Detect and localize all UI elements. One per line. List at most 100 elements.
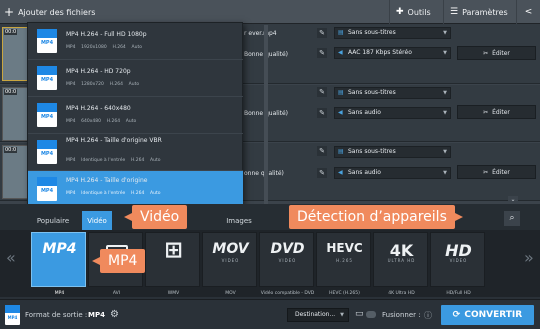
expand-chevron-icon[interactable]: ⌄	[508, 196, 518, 204]
chevron-down-icon: ▼	[340, 312, 344, 318]
format-hevc[interactable]: HEVC H.265 HEVC (H.265)	[316, 232, 371, 296]
format-caption: Vidéo compatible - DVD	[260, 291, 315, 296]
edit-button[interactable]: ✂ Éditer	[457, 105, 536, 119]
audio-select[interactable]: ◀ Sans audio ▼	[334, 107, 451, 119]
top-toolbar: + Ajouter des fichiers ✚ Outils ☰ Paramè…	[0, 0, 540, 24]
format-wmv[interactable]: ⊞ WMV	[145, 232, 200, 296]
audio-icon: ◀	[338, 109, 343, 116]
mov-sublogo: VIDEO	[221, 258, 240, 263]
mp4-file-icon: MP4	[37, 140, 57, 164]
preset-dropdown[interactable]: MP4 MP4 H.264 - Full HD 1080p MP4 1920x1…	[27, 22, 268, 208]
output-format-icon: MP4	[5, 305, 20, 325]
subtitles-select[interactable]: ▤ Sans sous-titres ▼	[334, 27, 451, 39]
tab-images[interactable]: Images	[218, 211, 260, 230]
rename-pencil-icon[interactable]: ✎	[317, 146, 327, 156]
preset-title: MP4 H.264 - Taille d'origine VBR	[66, 137, 162, 144]
mp4-file-icon: MP4	[37, 29, 57, 53]
chevron-down-icon: ▼	[443, 50, 447, 56]
hd-sublogo: VIDEO	[449, 258, 468, 263]
preset-title: MP4 H.264 - 640x480	[66, 105, 131, 112]
callout-arrow	[124, 213, 132, 221]
quality-pencil-icon[interactable]: ✎	[317, 168, 327, 178]
subtitle-icon: ▤	[338, 29, 344, 36]
chevron-down-icon: ▼	[443, 170, 447, 176]
rename-pencil-icon[interactable]: ✎	[317, 87, 327, 97]
callout-video-text: Vidéo	[140, 209, 180, 225]
destination-select[interactable]: Destination... ▼	[287, 308, 349, 322]
chevron-right-icon[interactable]: »	[524, 248, 534, 267]
edit-label: Éditer	[492, 49, 510, 57]
file-name: r ever.mp4	[244, 30, 277, 37]
timecode: 00:0	[4, 89, 18, 95]
preset-item[interactable]: MP4 MP4 H.264 - Taille d'origine VBR MP4…	[28, 134, 243, 171]
tab-popular[interactable]: Populaire	[28, 211, 78, 230]
audio-value: Sans audio	[348, 109, 381, 116]
convert-button[interactable]: ⟳ CONVERTIR	[441, 305, 534, 325]
mp4-file-icon: MP4	[37, 66, 57, 90]
output-format-value[interactable]: MP4	[88, 311, 105, 319]
info-icon[interactable]: ⓘ	[424, 310, 432, 321]
preset-title: MP4 H.264 - Taille d'origine	[66, 177, 148, 184]
subtitles-value: Sans sous-titres	[348, 89, 396, 96]
preset-item[interactable]: MP4 MP4 H.264 - 640x480 MP4 640x480 H.26…	[28, 97, 243, 134]
callout-arrow	[92, 257, 100, 265]
format-caption: HEVC (H.265)	[329, 291, 360, 296]
preset-item[interactable]: MP4 MP4 H.264 - Full HD 1080p MP4 1920x1…	[28, 23, 243, 60]
destination-value: Destination...	[295, 311, 336, 318]
merge-toggle[interactable]	[366, 311, 376, 318]
share-button[interactable]: <	[516, 0, 540, 24]
quality-pencil-icon[interactable]: ✎	[317, 108, 327, 118]
dvd-sublogo: VIDEO	[278, 258, 297, 263]
settings-button[interactable]: ☰ Paramètres	[443, 0, 516, 24]
add-files-label: Ajouter des fichiers	[18, 7, 96, 17]
preset-title: MP4 H.264 - HD 720p	[66, 68, 131, 75]
format-caption: MP4	[54, 291, 65, 296]
add-files-button[interactable]: + Ajouter des fichiers	[0, 0, 103, 24]
convert-icon: ⟳	[452, 310, 461, 320]
hevc-sublogo: H.265	[336, 258, 353, 263]
mp4-logo: MP4	[42, 241, 77, 257]
preset-details: MP4 Identique à l'entrée H.264 Auto	[66, 191, 161, 196]
dvd-logo: DVD	[270, 241, 305, 257]
folder-icon[interactable]: ▭	[355, 309, 364, 319]
format-mov[interactable]: MOV VIDEO MOV	[202, 232, 257, 296]
subtitles-value: Sans sous-titres	[348, 29, 396, 36]
edit-button[interactable]: ✂ Éditer	[457, 165, 536, 179]
preset-details: MP4 1920x1080 H.264 Auto	[66, 45, 142, 50]
gear-icon[interactable]: ⚙	[110, 309, 119, 320]
subtitles-select[interactable]: ▤ Sans sous-titres ▼	[334, 87, 451, 99]
audio-value: AAC 187 Kbps Stéréo	[348, 49, 412, 56]
preset-title: MP4 H.264 - Full HD 1080p	[66, 31, 147, 38]
edit-label: Éditer	[492, 108, 510, 116]
preset-item[interactable]: MP4 MP4 H.264 - HD 720p MP4 1280x720 H.2…	[28, 60, 243, 97]
subtitles-value: Sans sous-titres	[348, 148, 396, 155]
format-dvd[interactable]: DVD VIDEO Vidéo compatible - DVD	[259, 232, 314, 296]
preset-details: MP4 Identique à l'entrée H.264 Auto	[66, 158, 161, 163]
format-caption: AVI	[112, 291, 121, 296]
audio-select[interactable]: ◀ AAC 187 Kbps Stéréo ▼	[334, 47, 451, 59]
device-detect-icon[interactable]: ⌕	[504, 211, 520, 226]
format-caption: 4K Ultra HD	[388, 291, 415, 296]
timecode: 00:0	[4, 147, 18, 153]
tools-button[interactable]: ✚ Outils	[389, 0, 443, 24]
format-4k[interactable]: 4K ULTRA HD 4K Ultra HD	[373, 232, 428, 296]
bottom-bar: MP4 Format de sortie : MP4 ⚙ Destination…	[0, 299, 540, 329]
format-hd[interactable]: HD VIDEO HD/Full HD	[430, 232, 485, 296]
rename-pencil-icon[interactable]: ✎	[317, 28, 327, 38]
plus-icon: +	[4, 5, 15, 19]
preset-details: MP4 640x480 H.264 Auto	[66, 119, 137, 124]
chevron-left-icon[interactable]: «	[6, 248, 16, 267]
edit-label: Éditer	[492, 168, 510, 176]
tab-video[interactable]: Vidéo	[82, 211, 112, 230]
subtitle-icon: ▤	[338, 89, 344, 96]
format-mp4[interactable]: MP4 MP4	[31, 232, 86, 296]
hevc-logo: HEVC	[326, 241, 363, 255]
edit-button[interactable]: ✂ Éditer	[457, 46, 536, 60]
audio-select[interactable]: ◀ Sans audio ▼	[334, 167, 451, 179]
quality-pencil-icon[interactable]: ✎	[317, 48, 327, 58]
audio-value: Sans audio	[348, 169, 381, 176]
dropdown-scrollbar[interactable]	[264, 25, 268, 205]
scissors-icon: ✂	[483, 108, 489, 116]
subtitles-select[interactable]: ▤ Sans sous-titres ▼	[334, 146, 451, 158]
preset-item-selected[interactable]: MP4 MP4 H.264 - Taille d'origine MP4 Ide…	[28, 171, 243, 208]
